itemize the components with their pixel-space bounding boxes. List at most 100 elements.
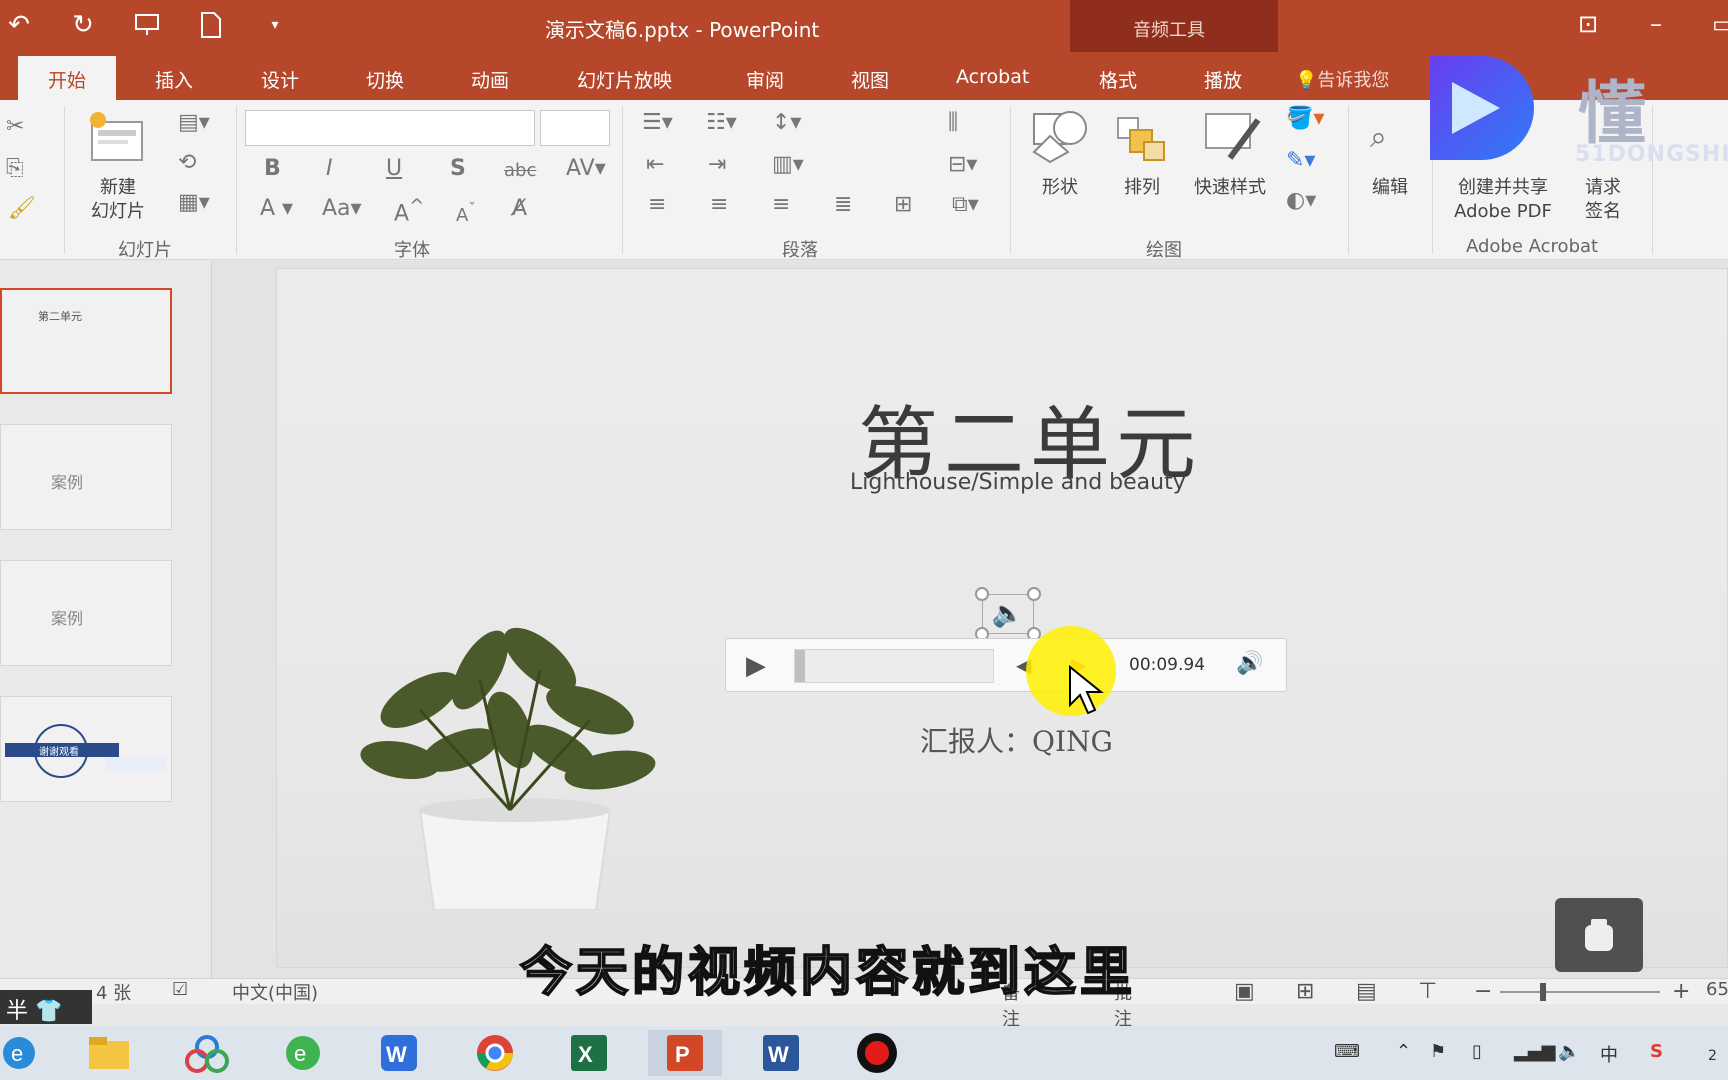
- ie-icon[interactable]: e: [0, 1030, 56, 1076]
- tab-design[interactable]: 设计: [261, 66, 299, 93]
- slide-subtitle[interactable]: Lighthouse/Simple and beauty: [850, 470, 1186, 495]
- normal-view-icon[interactable]: ▣: [1234, 979, 1255, 1004]
- device-icon[interactable]: ▯: [1472, 1041, 1482, 1062]
- align-text-icon[interactable]: ⊟▾: [948, 152, 977, 177]
- align-right-icon[interactable]: ≡: [772, 192, 790, 217]
- spellcheck-icon[interactable]: ☑: [172, 979, 188, 1000]
- section-icon[interactable]: ▦▾: [178, 190, 210, 215]
- tray-expand-icon[interactable]: ⌃: [1396, 1041, 1411, 1062]
- shape-outline-icon[interactable]: ✎▾: [1286, 148, 1315, 173]
- tab-acrobat[interactable]: Acrobat: [956, 66, 1029, 88]
- edit-label[interactable]: 编辑: [1362, 176, 1418, 200]
- tab-review[interactable]: 审阅: [746, 66, 784, 93]
- cloud-app-icon[interactable]: [170, 1030, 244, 1076]
- text-direction-icon[interactable]: ⫼: [948, 110, 958, 135]
- quick-styles-label[interactable]: 快速样式: [1184, 176, 1276, 200]
- shadow-icon[interactable]: S: [450, 156, 466, 181]
- decrease-indent-icon[interactable]: ⇤: [646, 152, 664, 177]
- shape-fill-icon[interactable]: 🪣▾: [1286, 106, 1324, 131]
- reset-icon[interactable]: ⟲: [178, 150, 196, 175]
- columns-icon[interactable]: ▥▾: [772, 152, 804, 177]
- floating-tool-button[interactable]: [1555, 898, 1643, 972]
- layout-icon[interactable]: ▤▾: [178, 110, 210, 135]
- slide-sorter-icon[interactable]: ⊞: [1296, 979, 1314, 1004]
- ime-toolbar[interactable]: 半 👕: [0, 990, 92, 1024]
- ime-lang-indicator[interactable]: 中: [1600, 1041, 1618, 1067]
- shapes-label[interactable]: 形状: [1030, 176, 1090, 200]
- redo-icon[interactable]: ↻: [66, 8, 100, 42]
- minimize-icon[interactable]: –: [1650, 10, 1662, 38]
- zoom-slider[interactable]: [1500, 991, 1660, 993]
- tab-home[interactable]: 开始: [18, 56, 117, 100]
- find-icon[interactable]: ⌕: [1370, 120, 1387, 155]
- screen-recorder-icon[interactable]: [840, 1030, 914, 1076]
- bold-icon[interactable]: B: [264, 156, 281, 181]
- tab-format[interactable]: 格式: [1099, 66, 1137, 93]
- italic-icon[interactable]: I: [326, 156, 333, 181]
- numbering-icon[interactable]: ☷▾: [706, 110, 737, 135]
- file-explorer-icon[interactable]: [72, 1030, 146, 1076]
- format-painter-icon[interactable]: 🖌: [8, 196, 36, 221]
- tab-insert[interactable]: 插入: [155, 66, 193, 93]
- chrome-icon[interactable]: [458, 1030, 532, 1076]
- char-spacing-icon[interactable]: AV▾: [566, 156, 606, 181]
- line-spacing-icon[interactable]: ↕▾: [772, 110, 801, 135]
- increase-indent-icon[interactable]: ⇥: [708, 152, 726, 177]
- copy-icon[interactable]: ⎘: [6, 156, 24, 181]
- clear-format-icon[interactable]: A̸: [512, 196, 527, 221]
- shape-effects-icon[interactable]: ◐▾: [1286, 188, 1316, 213]
- audio-speaker-icon[interactable]: 🔈: [982, 594, 1034, 634]
- create-pdf-button[interactable]: 创建并共享 Adobe PDF: [1438, 176, 1568, 224]
- underline-icon[interactable]: U: [386, 156, 402, 181]
- smartart-icon[interactable]: ⧉▾: [952, 192, 979, 217]
- seek-bar[interactable]: [794, 649, 994, 683]
- wps-icon[interactable]: W: [362, 1030, 436, 1076]
- ribbon-display-icon[interactable]: ⊡: [1578, 10, 1598, 38]
- zoom-in-icon[interactable]: +: [1672, 979, 1690, 1004]
- tell-me-search[interactable]: 💡告诉我您: [1295, 66, 1389, 92]
- slideshow-start-icon[interactable]: [130, 8, 164, 42]
- word-icon[interactable]: W: [744, 1030, 818, 1076]
- reading-view-icon[interactable]: ▤: [1356, 979, 1377, 1004]
- arrange-icon[interactable]: [1114, 114, 1170, 170]
- grow-font-icon[interactable]: A^: [394, 196, 424, 226]
- tab-playback[interactable]: 播放: [1204, 66, 1242, 93]
- powerpoint-icon[interactable]: P: [648, 1030, 722, 1076]
- change-case-icon[interactable]: Aa▾: [322, 196, 362, 221]
- clock[interactable]: 2: [1708, 1048, 1717, 1064]
- font-family-input[interactable]: [245, 110, 535, 146]
- justify-icon[interactable]: ≣: [834, 192, 852, 217]
- tab-view[interactable]: 视图: [851, 66, 889, 93]
- zoom-slider-thumb[interactable]: [1540, 983, 1546, 1001]
- bullets-icon[interactable]: ☰▾: [642, 110, 673, 135]
- new-document-icon[interactable]: [194, 8, 228, 42]
- network-icon[interactable]: ▂▄▆: [1514, 1041, 1556, 1062]
- restore-icon[interactable]: ▭: [1712, 10, 1728, 38]
- zoom-out-icon[interactable]: −: [1474, 979, 1492, 1004]
- tab-slideshow[interactable]: 幻灯片放映: [577, 66, 672, 93]
- font-color-icon[interactable]: A ▾: [260, 196, 293, 221]
- align-center-icon[interactable]: ≡: [710, 192, 728, 217]
- tab-transitions[interactable]: 切换: [366, 66, 404, 93]
- excel-icon[interactable]: X: [552, 1030, 626, 1076]
- play-icon[interactable]: ▶: [746, 651, 766, 681]
- quick-styles-icon[interactable]: [1200, 108, 1264, 170]
- shapes-icon[interactable]: [1028, 106, 1092, 170]
- keyboard-icon[interactable]: ⌨: [1334, 1041, 1360, 1062]
- customize-qat-icon[interactable]: ▾: [258, 8, 292, 42]
- browser-360-icon[interactable]: e: [266, 1030, 340, 1076]
- cut-icon[interactable]: ✂: [6, 114, 24, 139]
- volume-icon[interactable]: 🔊: [1236, 651, 1263, 676]
- strikethrough-icon[interactable]: abc: [504, 160, 536, 181]
- align-left-icon[interactable]: ≡: [648, 192, 666, 217]
- arrange-label[interactable]: 排列: [1112, 176, 1172, 200]
- slide-thumbnail-3[interactable]: 案例: [0, 560, 172, 666]
- slide-thumbnail-1[interactable]: 第二单元: [0, 288, 172, 394]
- tab-animations[interactable]: 动画: [471, 66, 509, 93]
- resize-handle[interactable]: [1027, 587, 1041, 601]
- reporter-text[interactable]: 汇报人：QING: [920, 720, 1113, 760]
- volume-tray-icon[interactable]: 🔈: [1558, 1041, 1580, 1062]
- resize-handle[interactable]: [975, 587, 989, 601]
- flag-icon[interactable]: ⚑: [1430, 1041, 1446, 1062]
- font-size-input[interactable]: [540, 110, 610, 146]
